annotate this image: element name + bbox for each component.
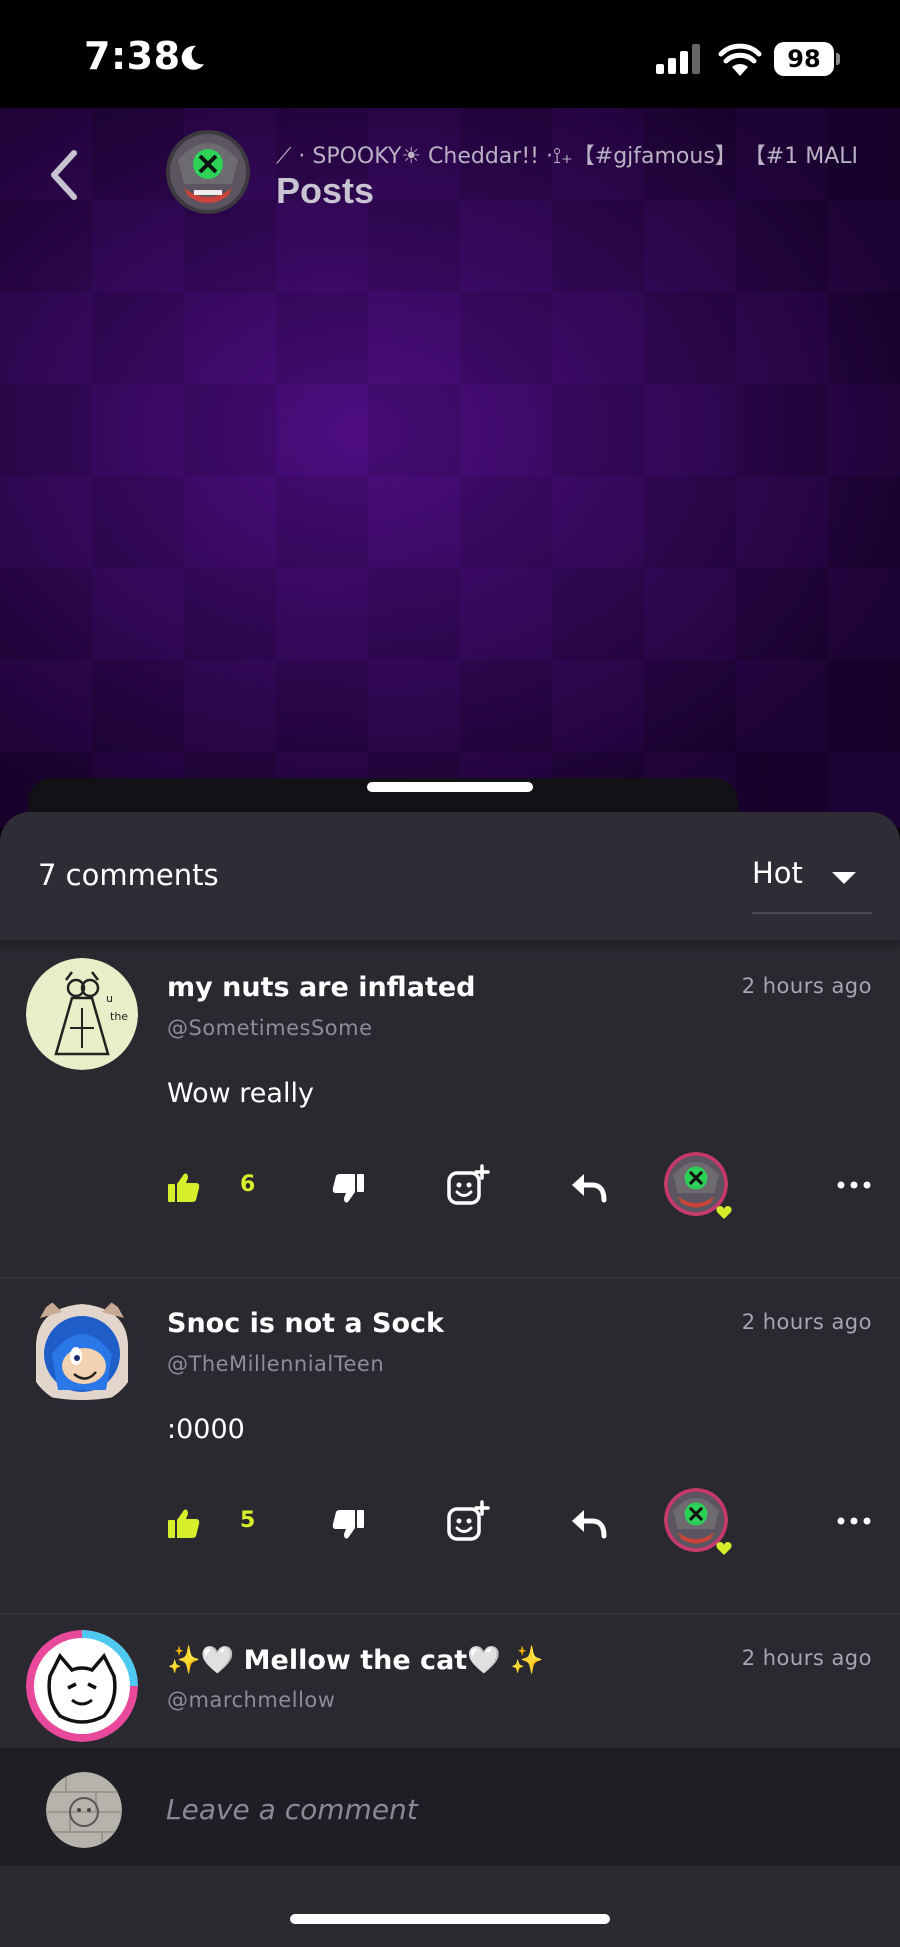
sort-value: Hot — [752, 856, 803, 890]
add-reaction-icon[interactable] — [446, 1164, 490, 1208]
my-avatar[interactable] — [46, 1772, 122, 1848]
heart-icon — [716, 1206, 732, 1219]
back-button[interactable] — [40, 145, 90, 205]
comment-text: Wow really — [167, 1078, 314, 1109]
battery-tip — [836, 53, 840, 65]
commenter-name[interactable]: my nuts are inflated — [167, 972, 475, 1003]
battery-level: 98 — [774, 42, 834, 76]
comment-timestamp: 2 hours ago — [741, 1310, 872, 1334]
channel-name: ⟋ · SPOOKY☀ Cheddar!! ·⟟₊【#gjfamous】 【#1… — [276, 144, 858, 169]
svg-text:u: u — [106, 992, 113, 1005]
svg-text:the: the — [110, 1010, 128, 1023]
reply-icon[interactable] — [568, 1170, 608, 1206]
thumbs-up-icon[interactable] — [166, 1170, 202, 1206]
comment-item: Snoc is not a Sock @TheMillennialTeen 2 … — [0, 1278, 900, 1614]
commenter-avatar[interactable] — [26, 1294, 138, 1406]
thumbs-down-icon[interactable] — [330, 1506, 366, 1542]
thumbs-up-icon[interactable] — [166, 1506, 202, 1542]
commenter-avatar[interactable]: u the — [26, 958, 138, 1070]
comment-timestamp: 2 hours ago — [741, 1646, 872, 1670]
battery-indicator: 98 — [774, 42, 840, 76]
channel-avatar[interactable] — [166, 130, 250, 214]
commenter-avatar[interactable] — [26, 1630, 138, 1742]
like-count: 5 — [240, 1508, 256, 1533]
add-reaction-icon[interactable] — [446, 1500, 490, 1544]
like-count: 6 — [240, 1172, 256, 1197]
comment-item: u the my nuts are inflated @SometimesSom… — [0, 942, 900, 1278]
commenter-name[interactable]: Snoc is not a Sock — [167, 1308, 444, 1339]
wifi-icon — [718, 43, 762, 76]
status-time: 7:38 — [84, 34, 181, 78]
more-options-icon[interactable] — [836, 1178, 872, 1192]
reactor[interactable] — [664, 1152, 732, 1220]
commenter-handle[interactable]: @marchmellow — [167, 1688, 335, 1712]
channel-background-overlay — [0, 108, 900, 828]
comment-actions: 5 — [0, 1488, 900, 1568]
comment-actions: 6 — [0, 1152, 900, 1232]
reply-icon[interactable] — [568, 1506, 608, 1542]
comment-composer — [0, 1748, 900, 1866]
sort-dropdown[interactable]: Hot — [752, 852, 872, 914]
page-title: Posts — [276, 170, 375, 211]
home-indicator-area — [0, 1866, 900, 1947]
comment-input[interactable] — [166, 1784, 846, 1834]
home-indicator[interactable] — [290, 1914, 610, 1924]
signal-icon — [656, 44, 700, 74]
sheet-grabber[interactable] — [367, 782, 533, 792]
status-bar: 7:38 98 — [0, 0, 900, 108]
commenter-name[interactable]: ✨🤍 Mellow the cat🤍 ✨ — [167, 1644, 544, 1676]
heart-icon — [716, 1542, 732, 1555]
commenter-handle[interactable]: @TheMillennialTeen — [167, 1352, 384, 1376]
comment-timestamp: 2 hours ago — [741, 974, 872, 998]
more-options-icon[interactable] — [836, 1514, 872, 1528]
comment-text: :0000 — [167, 1414, 245, 1445]
comment-count: 7 comments — [38, 858, 219, 892]
reactor[interactable] — [664, 1488, 732, 1556]
moon-icon — [181, 45, 204, 70]
commenter-handle[interactable]: @SometimesSome — [167, 1016, 373, 1040]
chevron-down-icon — [832, 872, 856, 884]
comment-item: ✨🤍 Mellow the cat🤍 ✨ @marchmellow 2 hour… — [0, 1614, 900, 1748]
thumbs-down-icon[interactable] — [330, 1170, 366, 1206]
